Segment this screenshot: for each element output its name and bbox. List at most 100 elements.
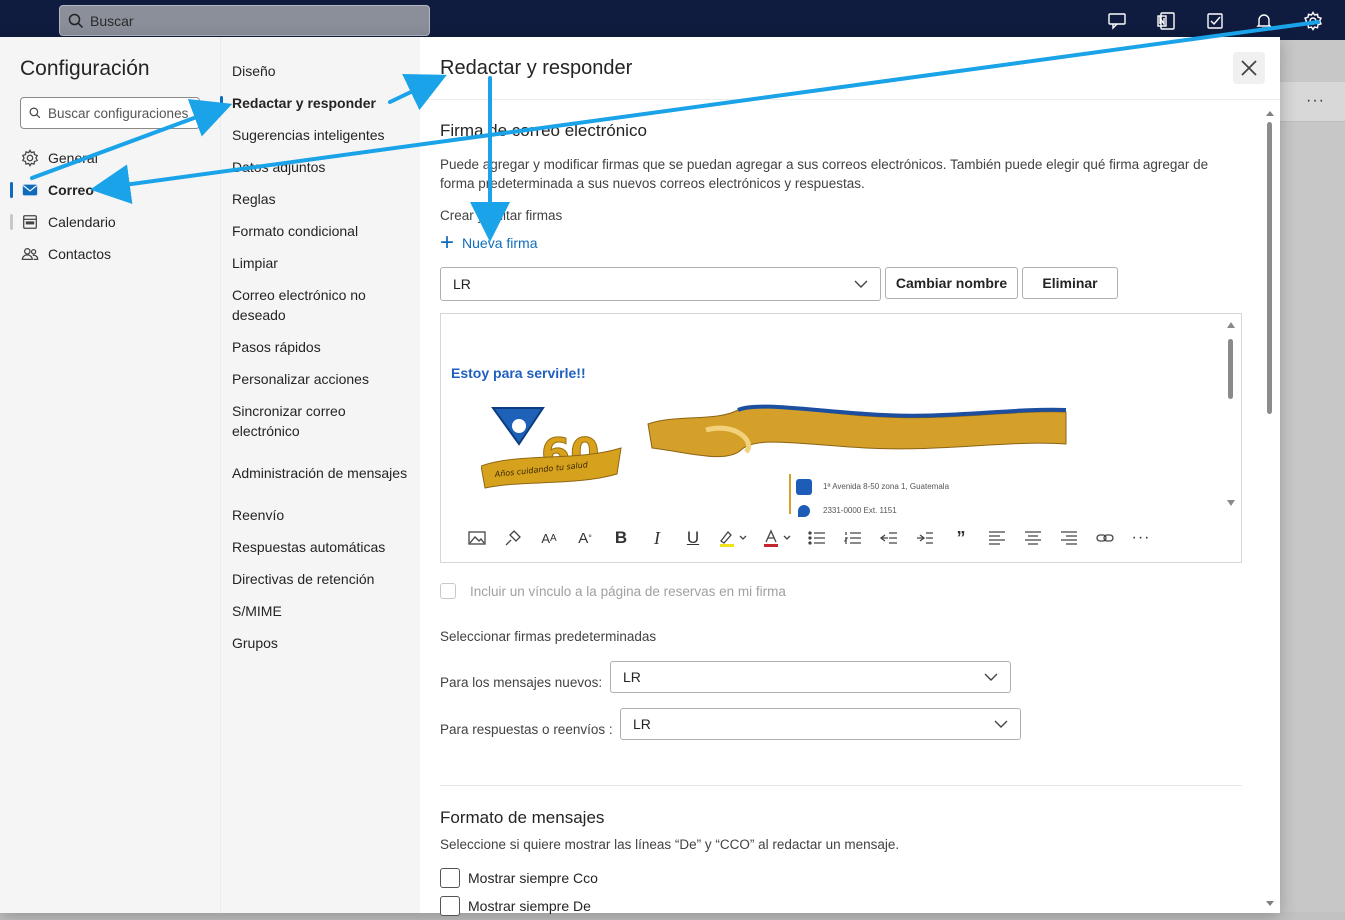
section-forwarding[interactable]: Reenvío <box>232 505 412 525</box>
editor-scroll-up-arrow[interactable] <box>1227 322 1235 328</box>
settings-search-placeholder: Buscar configuraciones <box>48 105 189 121</box>
section-groups[interactable]: Grupos <box>232 633 412 653</box>
chevron-down-icon <box>984 673 998 681</box>
section-conditional-formatting[interactable]: Formato condicional <box>232 221 412 241</box>
increase-indent-icon[interactable] <box>907 524 943 552</box>
format-section-title: Formato de mensajes <box>440 808 605 827</box>
signature-select[interactable]: LR <box>440 267 881 301</box>
editor-scrollbar[interactable] <box>1228 339 1233 399</box>
category-label: Calendario <box>48 214 116 230</box>
scroll-down-arrow[interactable] <box>1266 901 1274 906</box>
chevron-down-icon <box>994 720 1008 728</box>
settings-search-input[interactable]: Buscar configuraciones <box>20 97 200 129</box>
text-effects-icon[interactable]: A ° <box>567 524 603 552</box>
title-divider <box>420 99 1280 100</box>
replies-signature-select[interactable]: LR <box>620 708 1021 740</box>
section-retention-policies[interactable]: Directivas de retención <box>232 569 412 589</box>
gear-icon[interactable] <box>1288 8 1337 34</box>
calendar-icon <box>20 212 40 232</box>
ribbon-divider <box>789 474 791 514</box>
category-general[interactable]: General <box>0 144 220 172</box>
replies-signature-value: LR <box>633 716 651 732</box>
settings-dialog: Configuración Buscar configuraciones Gen… <box>0 37 1280 916</box>
background-mail-list <box>1280 40 1345 920</box>
new-messages-label: Para los mensajes nuevos: <box>440 675 603 690</box>
search-icon <box>68 13 84 28</box>
todo-icon[interactable] <box>1190 8 1239 34</box>
align-left-icon[interactable] <box>979 524 1015 552</box>
always-from-checkbox[interactable] <box>440 896 460 916</box>
section-sweep[interactable]: Limpiar <box>232 253 412 273</box>
section-junk-email[interactable]: Correo electrónico no deseado <box>232 285 382 325</box>
always-bcc-label: Mostrar siempre Cco <box>468 870 598 886</box>
section-automatic-replies[interactable]: Respuestas automáticas <box>232 537 412 557</box>
booking-link-checkbox[interactable] <box>440 583 456 599</box>
bell-icon[interactable] <box>1239 8 1288 34</box>
italic-icon[interactable]: I <box>639 524 675 552</box>
format-painter-icon[interactable] <box>495 524 531 552</box>
underline-icon[interactable]: U <box>675 524 711 552</box>
scroll-up-arrow[interactable] <box>1266 111 1274 116</box>
link-icon[interactable] <box>1087 524 1123 552</box>
signature-select-value: LR <box>453 276 471 292</box>
pane-title: Redactar y responder <box>440 57 633 79</box>
top-bar: Buscar <box>0 0 1345 40</box>
pane-scrollbar[interactable] <box>1267 122 1272 414</box>
new-signature-button[interactable]: + Nueva firma <box>440 229 537 256</box>
category-mail[interactable]: Correo <box>0 176 220 204</box>
section-layout[interactable]: Diseño <box>232 61 412 81</box>
align-right-icon[interactable] <box>1051 524 1087 552</box>
editor-scroll-down-arrow[interactable] <box>1227 500 1235 506</box>
rename-button[interactable]: Cambiar nombre <box>885 267 1018 299</box>
close-button[interactable] <box>1233 52 1265 84</box>
compose-reply-pane: Redactar y responder Firma de correo ele… <box>420 37 1280 916</box>
always-from-label: Mostrar siempre De <box>468 898 591 914</box>
insert-image-icon[interactable] <box>459 524 495 552</box>
new-messages-signature-value: LR <box>623 669 641 685</box>
plus-icon: + <box>440 229 455 256</box>
signature-text: Estoy para servirle!! <box>451 365 586 381</box>
always-bcc-checkbox[interactable] <box>440 868 460 888</box>
section-quick-steps[interactable]: Pasos rápidos <box>232 337 412 357</box>
category-label: Correo <box>48 182 94 198</box>
quote-icon[interactable]: ” <box>943 524 979 552</box>
numbering-icon[interactable] <box>835 524 871 552</box>
section-smime[interactable]: S/MIME <box>232 601 412 621</box>
feedback-icon[interactable] <box>1092 8 1141 34</box>
section-divider <box>440 785 1242 786</box>
section-customize-actions[interactable]: Personalizar acciones <box>232 369 412 389</box>
highlight-icon[interactable] <box>711 524 755 552</box>
always-bcc-row[interactable]: Mostrar siempre Cco <box>440 868 598 888</box>
delete-button[interactable]: Eliminar <box>1022 267 1118 299</box>
bullets-icon[interactable] <box>799 524 835 552</box>
category-label: Contactos <box>48 246 112 262</box>
section-attachments[interactable]: Datos adjuntos <box>232 157 412 177</box>
booking-link-label: Incluir un vínculo a la página de reserv… <box>470 583 786 599</box>
people-icon <box>20 244 40 264</box>
section-rules[interactable]: Reglas <box>232 189 412 209</box>
settings-categories-pane: Configuración Buscar configuraciones Gen… <box>0 37 220 913</box>
section-compose-reply[interactable]: Redactar y responder <box>232 93 412 113</box>
global-search-input[interactable]: Buscar <box>59 5 430 36</box>
more-options-icon: ··· <box>1306 92 1325 109</box>
align-center-icon[interactable] <box>1015 524 1051 552</box>
signature-editor[interactable]: Estoy para servirle!! 60 Años cuidando t… <box>440 313 1242 563</box>
gear-icon <box>20 148 40 168</box>
close-icon <box>1241 60 1257 76</box>
onenote-icon[interactable] <box>1141 8 1190 34</box>
signature-address: 1ª Avenida 8-50 zona 1, Guatemala <box>823 482 950 491</box>
mail-icon <box>20 180 40 200</box>
category-contacts[interactable]: Contactos <box>0 240 220 268</box>
settings-title: Configuración <box>20 57 150 80</box>
section-sync-email[interactable]: Sincronizar correo electrónico <box>232 401 362 441</box>
decrease-indent-icon[interactable] <box>871 524 907 552</box>
more-options-icon[interactable]: ··· <box>1123 524 1159 552</box>
section-message-handling[interactable]: Administración de mensajes <box>232 463 412 483</box>
section-smart-suggestions[interactable]: Sugerencias inteligentes <box>232 125 412 145</box>
font-color-icon[interactable] <box>755 524 799 552</box>
font-size-icon[interactable]: AA <box>531 524 567 552</box>
always-from-row[interactable]: Mostrar siempre De <box>440 896 591 916</box>
new-messages-signature-select[interactable]: LR <box>610 661 1011 693</box>
bold-icon[interactable]: B <box>603 524 639 552</box>
category-calendar[interactable]: Calendario <box>0 208 220 236</box>
